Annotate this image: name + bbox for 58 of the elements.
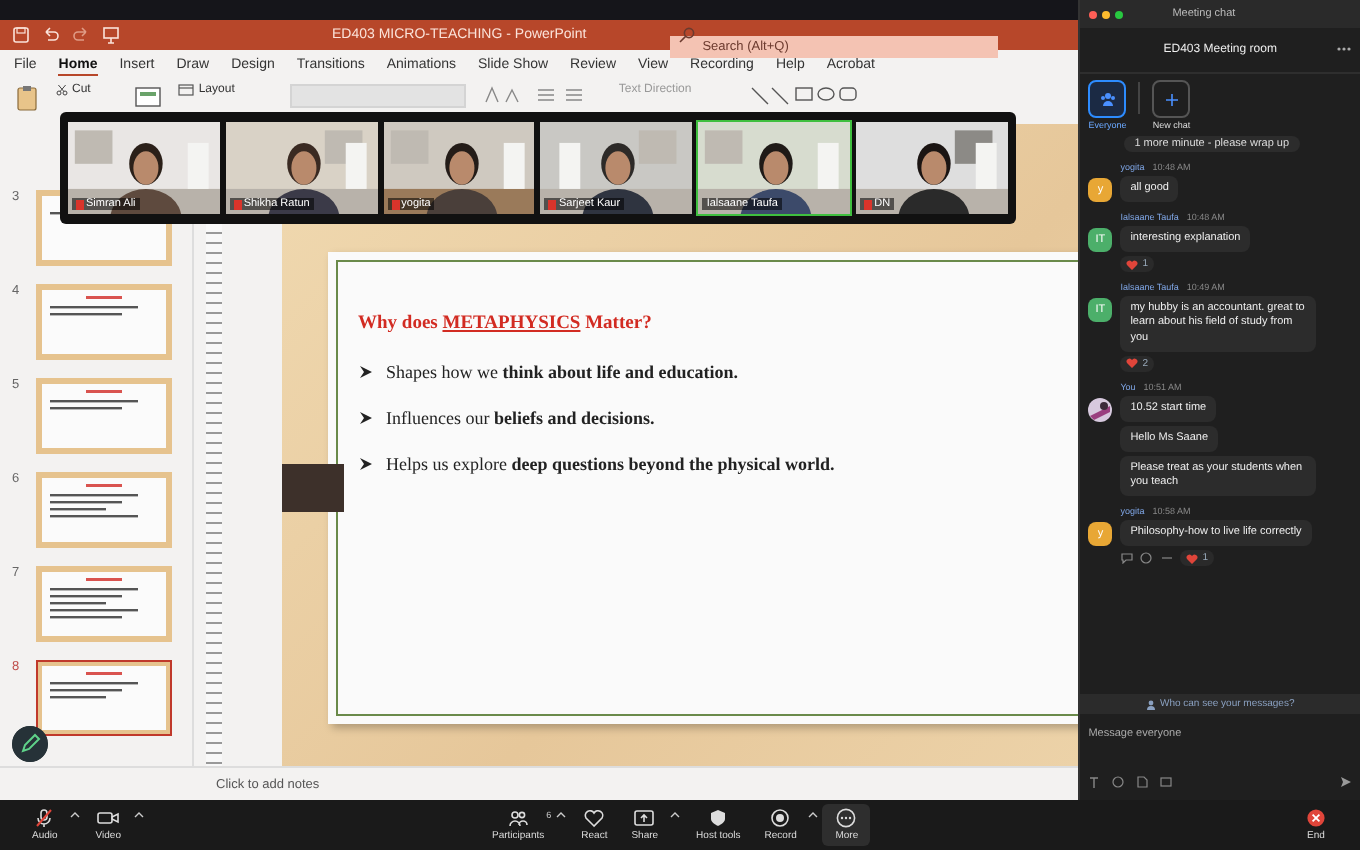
video-camera-icon <box>96 808 121 828</box>
scissors-icon <box>56 84 68 96</box>
layout-icon <box>178 84 195 96</box>
search-icon <box>678 26 697 44</box>
bullet-text: Shapes how we think about life and education. <box>386 362 739 382</box>
redo-icon[interactable] <box>72 26 90 44</box>
font-size-field[interactable] <box>290 84 467 108</box>
emoji-icon[interactable] <box>1140 552 1155 565</box>
bullet-text: Influences our beliefs and decisions. <box>386 408 655 428</box>
caret-icon[interactable] <box>133 812 143 818</box>
slide-thumbnail <box>42 572 166 636</box>
pen-icon[interactable] <box>12 726 48 762</box>
record-icon <box>768 808 793 828</box>
slide-thumbnail <box>42 478 166 542</box>
slide-title: Why does METAPHYSICS Matter? <box>358 314 654 334</box>
save-icon[interactable] <box>12 26 30 44</box>
shield-icon <box>706 808 731 828</box>
file-icon[interactable] <box>1136 776 1149 788</box>
caret-icon[interactable] <box>69 812 80 818</box>
emoji-icon[interactable] <box>1112 776 1125 788</box>
close-icon <box>1304 808 1328 828</box>
muted-mic-icon <box>864 199 873 209</box>
plus-icon <box>1165 93 1178 105</box>
arrow-bullet-icon <box>358 364 374 380</box>
heart-icon <box>582 808 607 828</box>
muted-mic-icon <box>76 199 84 209</box>
new-slide-icon[interactable] <box>134 84 163 108</box>
caret-icon[interactable] <box>808 812 819 818</box>
bullet-text: Helps us explore deep questions beyond the physical world. <box>386 454 835 474</box>
presentation-icon[interactable] <box>102 26 120 44</box>
muted-mic-icon <box>548 199 557 209</box>
share-screen-icon <box>632 808 657 828</box>
undo-icon[interactable] <box>42 26 60 44</box>
heart-icon <box>1186 553 1199 564</box>
muted-mic-icon <box>233 199 242 209</box>
people-icon <box>1099 92 1116 106</box>
arrow-bullet-icon <box>358 456 374 472</box>
more-icon <box>834 808 859 828</box>
screenshot-icon[interactable] <box>1160 776 1173 788</box>
slide-thumbnail <box>42 384 166 448</box>
paste-icon[interactable] <box>16 84 40 112</box>
slide-tab-marker <box>282 464 344 512</box>
arrow-bullet-icon <box>358 410 374 426</box>
window-controls-icon[interactable] <box>1088 9 1129 19</box>
heart-icon <box>1126 358 1139 369</box>
more-icon[interactable] <box>1336 46 1352 52</box>
slide-thumbnail <box>42 666 166 730</box>
reply-icon[interactable] <box>1120 552 1135 565</box>
people-icon <box>506 808 531 828</box>
muted-mic-icon <box>391 199 400 209</box>
heart-icon <box>1126 259 1139 270</box>
person-icon <box>1145 699 1156 709</box>
caret-icon[interactable] <box>555 812 566 818</box>
slide-thumbnail <box>42 290 166 354</box>
text-format-icon[interactable] <box>1088 776 1101 788</box>
caret-icon[interactable] <box>670 812 681 818</box>
send-icon[interactable] <box>1340 776 1352 788</box>
shapes-gallery-drawing[interactable] <box>747 84 860 108</box>
